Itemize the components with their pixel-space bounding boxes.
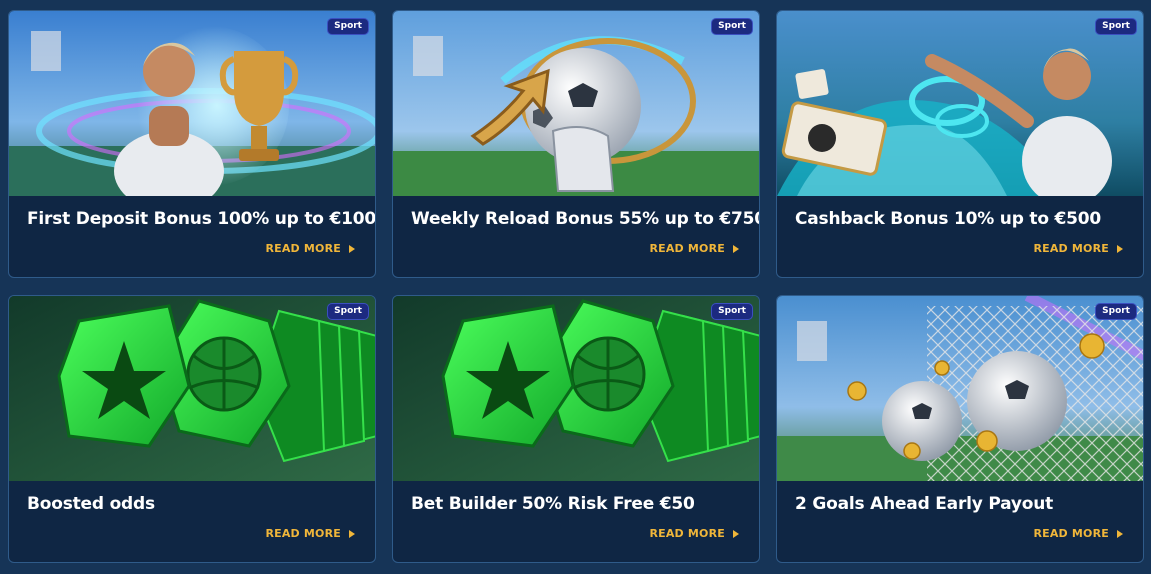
read-more-label: READ MORE <box>265 242 341 255</box>
triangle-right-icon <box>1117 529 1123 538</box>
read-more-label: READ MORE <box>1033 242 1109 255</box>
promo-image-two-balls-net <box>777 296 1143 481</box>
promo-title: Bet Builder 50% Risk Free €50 <box>411 494 695 514</box>
sport-badge: Sport <box>711 303 753 320</box>
promo-image-green-cards <box>9 296 375 481</box>
triangle-right-icon <box>733 529 739 538</box>
promo-card-boosted-odds[interactable]: Sport Boosted odds READ MORE <box>8 295 376 563</box>
promotions-grid: Sport First Deposit Bonus 100% up to €10… <box>0 0 1151 574</box>
promo-card-first-deposit[interactable]: Sport First Deposit Bonus 100% up to €10… <box>8 10 376 278</box>
sport-badge: Sport <box>1095 303 1137 320</box>
promo-image-cashback-hero <box>777 11 1143 196</box>
triangle-right-icon <box>1117 244 1123 253</box>
sport-badge: Sport <box>327 18 369 35</box>
promo-card-weekly-reload[interactable]: Sport Weekly Reload Bonus 55% up to €750… <box>392 10 760 278</box>
sport-badge: Sport <box>711 18 753 35</box>
read-more-label: READ MORE <box>649 527 725 540</box>
sport-badge: Sport <box>1095 18 1137 35</box>
promo-image-soccer-ball-reload <box>393 11 759 196</box>
read-more-link[interactable]: READ MORE <box>265 242 355 255</box>
promo-card-cashback[interactable]: Sport Cashback Bonus 10% up to €500 READ… <box>776 10 1144 278</box>
promo-title: Boosted odds <box>27 494 155 514</box>
read-more-label: READ MORE <box>649 242 725 255</box>
promo-title: First Deposit Bonus 100% up to €100 <box>27 209 376 229</box>
read-more-link[interactable]: READ MORE <box>649 527 739 540</box>
read-more-label: READ MORE <box>1033 527 1109 540</box>
read-more-link[interactable]: READ MORE <box>1033 242 1123 255</box>
read-more-link[interactable]: READ MORE <box>649 242 739 255</box>
sport-badge: Sport <box>327 303 369 320</box>
promo-title: Cashback Bonus 10% up to €500 <box>795 209 1102 229</box>
triangle-right-icon <box>349 529 355 538</box>
triangle-right-icon <box>349 244 355 253</box>
promo-image-green-cards <box>393 296 759 481</box>
read-more-label: READ MORE <box>265 527 341 540</box>
read-more-link[interactable]: READ MORE <box>1033 527 1123 540</box>
read-more-link[interactable]: READ MORE <box>265 527 355 540</box>
promo-card-bet-builder[interactable]: Sport Bet Builder 50% Risk Free €50 READ… <box>392 295 760 563</box>
triangle-right-icon <box>733 244 739 253</box>
promo-title: Weekly Reload Bonus 55% up to €750 <box>411 209 760 229</box>
promo-card-two-goals-ahead[interactable]: Sport 2 Goals Ahead Early Payout READ MO… <box>776 295 1144 563</box>
promo-title: 2 Goals Ahead Early Payout <box>795 494 1054 514</box>
promo-image-trophy-hero <box>9 11 375 196</box>
